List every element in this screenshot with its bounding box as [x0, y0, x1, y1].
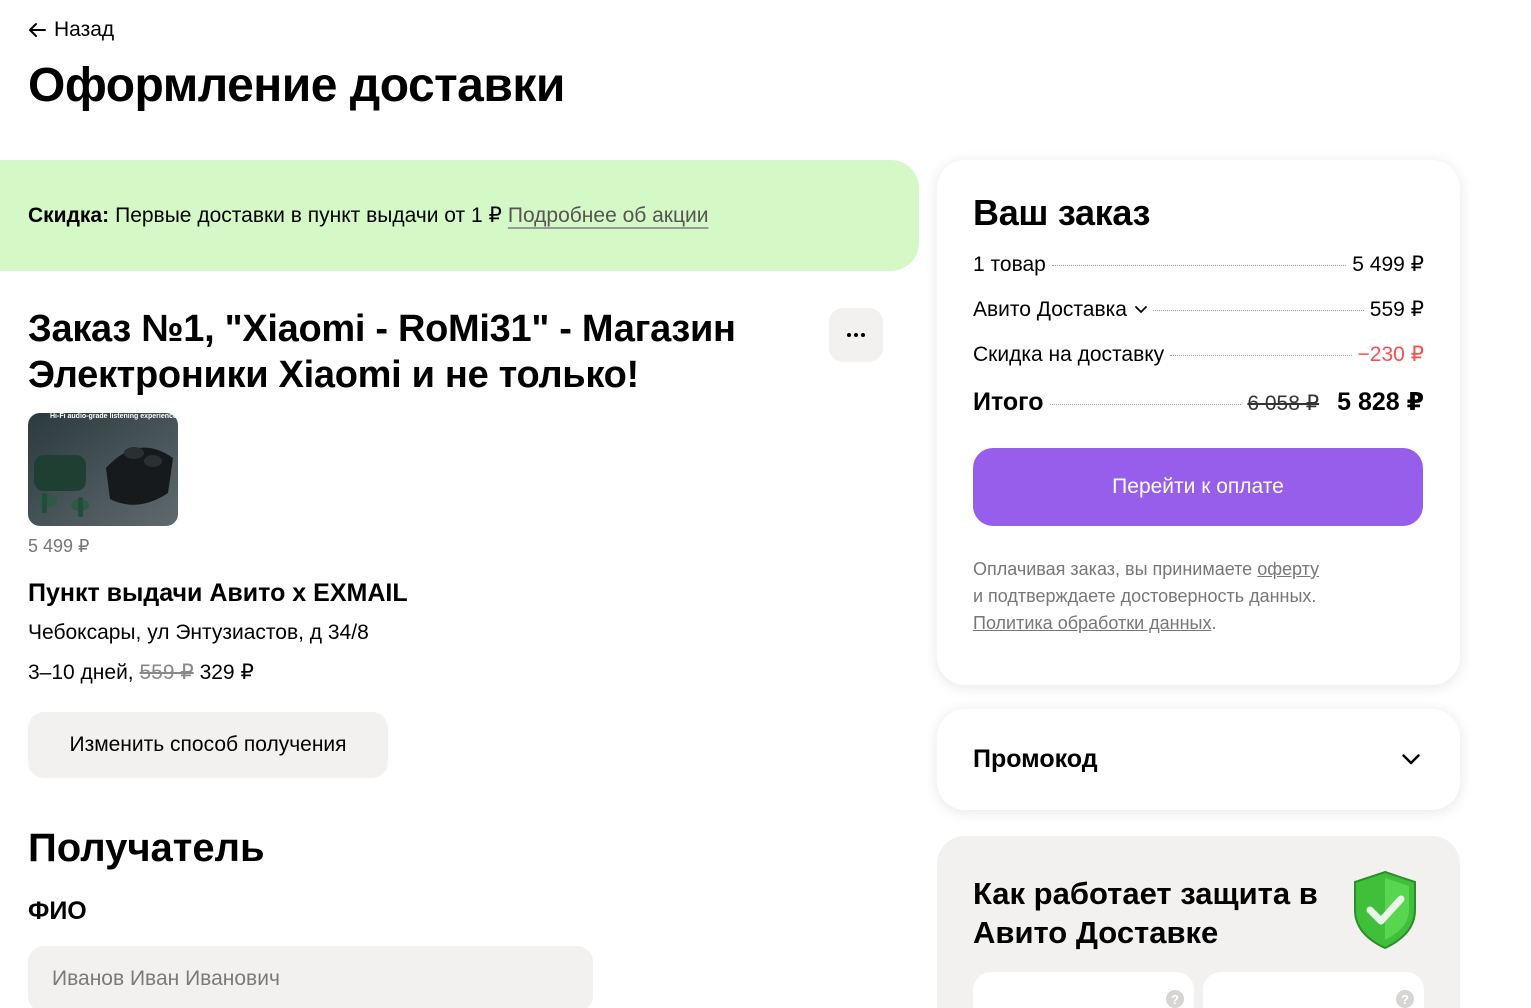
recipient-title: Получатель [28, 826, 265, 870]
legal-text: Оплачивая заказ, вы принимаете оферту и … [973, 556, 1424, 637]
summary-row-total: Итого 6 058 ₽ 5 828 ₽ [973, 387, 1424, 432]
delivery-time: 3–10 дней, 559 ₽ 329 ₽ [28, 660, 254, 685]
summary-row-label[interactable]: Авито Доставка [973, 298, 1147, 322]
back-link[interactable]: Назад [28, 18, 114, 42]
summary-row-value: −230 ₽ [1357, 343, 1425, 366]
delivery-label-text: Авито Доставка [973, 298, 1127, 321]
privacy-policy-link[interactable]: Политика обработки данных [973, 613, 1211, 633]
delivery-old-price: 559 ₽ [139, 661, 194, 684]
more-options-button[interactable] [829, 308, 883, 362]
protection-title: Как работает защита в Авито Доставке [973, 876, 1318, 950]
legal-end: . [1211, 613, 1217, 633]
summary-row-value: 5 499 ₽ [1352, 253, 1424, 276]
promo-code-label: Промокод [973, 745, 1098, 773]
page-title: Оформление доставки [28, 59, 565, 112]
banner-label: Скидка: [28, 203, 110, 227]
change-delivery-button[interactable]: Изменить способ получения [28, 712, 388, 778]
total-label: Итого [973, 388, 1044, 416]
dotted-leader [1049, 404, 1242, 405]
discount-banner: Скидка: Первые доставки в пункт выдачи о… [0, 160, 919, 271]
protection-tile[interactable]: ? [1203, 972, 1424, 1008]
proceed-to-payment-button[interactable]: Перейти к оплате [973, 448, 1423, 526]
total-old-price: 6 058 ₽ [1247, 392, 1320, 415]
delivery-new-price: 329 ₽ [199, 661, 254, 684]
banner-text: Первые доставки в пункт выдачи от 1 ₽ [115, 204, 502, 227]
back-label: Назад [54, 18, 115, 41]
chevron-down-icon [1402, 754, 1420, 765]
ellipsis-icon [847, 333, 865, 337]
checkout-page: Назад Оформление доставки Скидка: Первые… [0, 0, 1531, 1008]
pickup-point-title: Пункт выдачи Авито x EXMAIL [28, 579, 408, 607]
chevron-down-icon [1135, 306, 1147, 314]
offer-link[interactable]: оферту [1257, 559, 1319, 579]
shield-check-icon [1354, 870, 1416, 950]
delivery-days: 3–10 дней, [28, 661, 134, 684]
promo-details-link[interactable]: Подробнее об акции [508, 204, 709, 228]
arrow-left-icon [29, 23, 46, 37]
protection-tile[interactable]: ? [973, 972, 1194, 1008]
image-caption: Hi-Fi audio-grade listening experience [50, 413, 177, 420]
dotted-leader [1152, 310, 1364, 311]
pickup-address: Чебоксары, ул Энтузиастов, д 34/8 [28, 621, 369, 644]
legal-text-1: Оплачивая заказ, вы принимаете [973, 559, 1253, 579]
summary-title: Ваш заказ [973, 192, 1151, 233]
order-summary-card: Ваш заказ 1 товар 5 499 ₽ Авито Доставка… [937, 160, 1460, 685]
dotted-leader [1170, 355, 1352, 356]
dotted-leader [1051, 265, 1347, 266]
summary-row-delivery[interactable]: Авито Доставка 559 ₽ [973, 297, 1424, 342]
summary-row-value: 559 ₽ [1369, 298, 1424, 321]
summary-row-items: 1 товар 5 499 ₽ [973, 252, 1424, 297]
order-title: Заказ №1, "Xiaomi - RoMi31" - Магазин Эл… [28, 308, 736, 396]
promo-code-toggle[interactable]: Промокод [937, 709, 1460, 810]
legal-text-2: и подтверждаете достоверность данных. [973, 586, 1317, 606]
protection-info-card: Как работает защита в Авито Доставке ? ? [937, 836, 1460, 1008]
total-new-price: 5 828 ₽ [1337, 388, 1424, 416]
product-thumbnail[interactable]: Hi-Fi audio-grade listening experience [28, 413, 178, 526]
help-icon[interactable]: ? [1396, 990, 1414, 1008]
summary-row-label: 1 товар [973, 253, 1046, 276]
fio-field[interactable] [28, 946, 593, 1008]
earbuds-image: Hi-Fi audio-grade listening experience [28, 413, 178, 526]
fio-label: ФИО [28, 897, 87, 925]
help-icon[interactable]: ? [1166, 990, 1184, 1008]
product-price: 5 499 ₽ [28, 536, 90, 556]
summary-row-label: Скидка на доставку [973, 343, 1165, 366]
summary-row-discount: Скидка на доставку −230 ₽ [973, 342, 1424, 387]
